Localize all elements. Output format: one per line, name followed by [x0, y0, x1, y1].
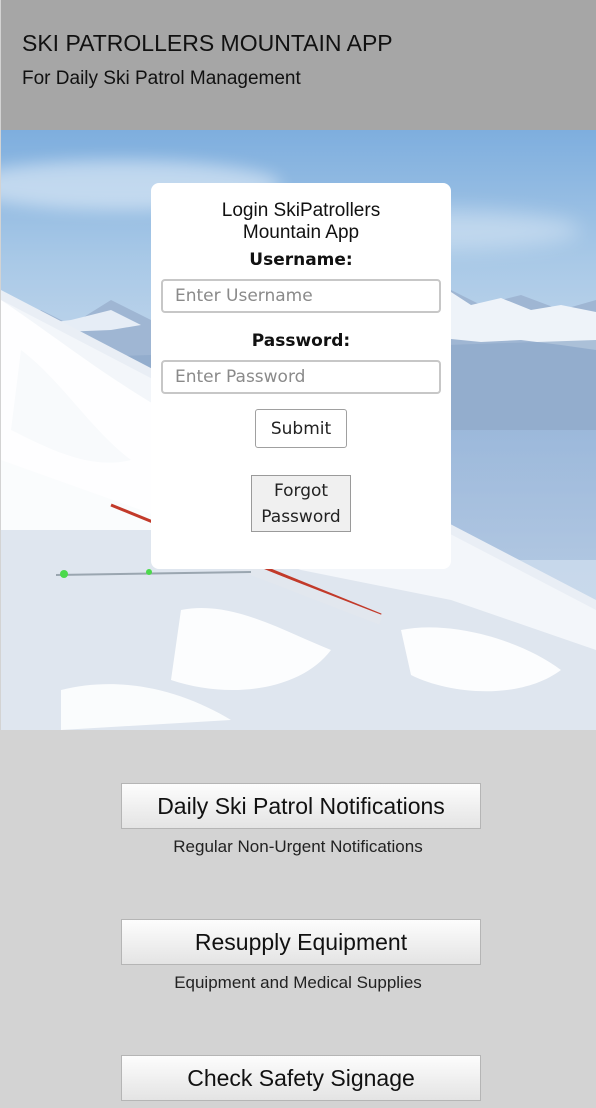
check-safety-signage-button[interactable]: Check Safety Signage [121, 1055, 481, 1101]
username-input[interactable] [161, 279, 441, 313]
daily-notifications-button[interactable]: Daily Ski Patrol Notifications [121, 783, 481, 829]
password-label: Password: [251, 331, 351, 351]
forgot-password-line1: Forgot [273, 480, 329, 501]
login-title-line2: Mountain App [242, 222, 360, 243]
login-title-line1: Login SkiPatrollers [221, 200, 381, 221]
resupply-equipment-button[interactable]: Resupply Equipment [121, 919, 481, 965]
forgot-password-line2: Password [261, 506, 341, 527]
submit-button[interactable]: Submit [255, 409, 347, 448]
login-card: Login SkiPatrollers Mountain App Usernam… [151, 183, 451, 569]
app-header: SKI PATROLLERS MOUNTAIN APP For Daily Sk… [1, 0, 596, 130]
daily-notifications-description: Regular Non-Urgent Notifications [173, 837, 423, 856]
username-label: Username: [249, 250, 353, 270]
resupply-equipment-description: Equipment and Medical Supplies [174, 973, 422, 992]
login-title: Login SkiPatrollers Mountain App [151, 200, 451, 244]
password-input[interactable] [161, 360, 441, 394]
forgot-password-button[interactable]: Forgot Password [251, 475, 351, 532]
app-subtitle: For Daily Ski Patrol Management [22, 68, 301, 89]
app-title: SKI PATROLLERS MOUNTAIN APP [22, 30, 393, 56]
